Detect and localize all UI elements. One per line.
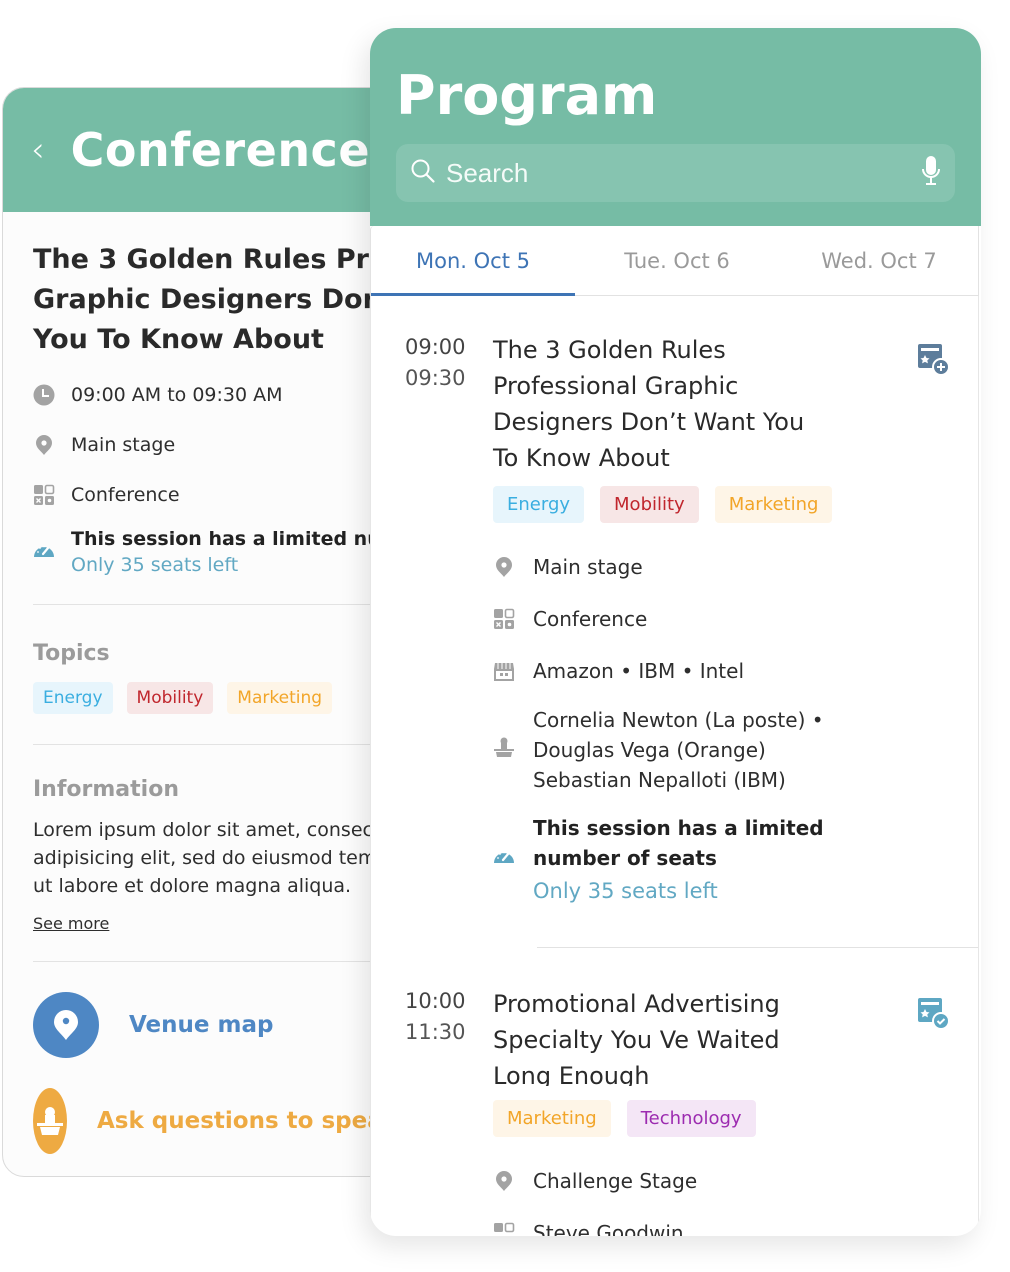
venue-map-button[interactable]: Venue map [33,992,421,1058]
venue-map-label: Venue map [129,1012,274,1038]
session-times: 10:00 11:30 [405,986,493,1236]
session-sponsors: Amazon • IBM • Intel [493,645,978,697]
limited-seats-title: This session has a limited number of sea… [533,816,824,870]
session-location: Main stage [33,420,421,470]
program-title: Program [396,64,658,127]
format-grid-icon [33,484,55,506]
session-location-text: Main stage [71,434,176,456]
session-start-time: 09:00 [405,335,466,359]
search-input[interactable] [446,157,921,189]
search-icon [410,158,436,188]
session-end-time: 09:30 [405,366,466,390]
chevron-left-icon[interactable]: ‹ [31,133,45,167]
session-sponsors-text: Amazon • IBM • Intel [533,659,745,683]
session-list: 09:00 09:30 The 3 Golden Rules Professio… [370,296,979,1236]
format-grid-icon [493,1222,515,1236]
tag-chip[interactable]: Marketing [714,486,833,523]
tab-wed-oct-7[interactable]: Wed. Oct 7 [779,226,979,295]
session-time-text: 09:00 AM to 09:30 AM [71,384,283,406]
information-text: Lorem ipsum dolor sit amet, consectetur … [33,816,421,900]
see-more-link[interactable]: See more [33,914,109,933]
tag-chip[interactable]: Energy [493,486,585,523]
session-format: Steve Goodwin [493,1207,978,1236]
session-format-text: Conference [71,484,180,506]
limited-seats-notice: This session has a limited number of sea… [33,528,421,576]
tag-chip[interactable]: Technology [626,1100,756,1137]
session-end-time: 11:30 [405,1020,466,1044]
tab-mon-oct-5[interactable]: Mon. Oct 5 [371,226,575,296]
session-location: Challenge Stage [493,1155,978,1207]
calendar-added-icon[interactable] [916,996,950,1030]
tag-chip[interactable]: Mobility [600,486,699,523]
gauge-icon [33,540,55,564]
information-line: adipisicing elit, sed do eiusmod tempor … [33,847,421,869]
tag-chip[interactable]: Marketing [493,1100,611,1137]
information-line: Lorem ipsum dolor sit amet, consectetur [33,819,420,841]
session-tags: Marketing Technology [493,1100,978,1137]
information-heading: Information [33,777,179,802]
speaker-name[interactable]: Cornelia Newton (La poste) • [533,705,824,735]
tab-tue-oct-6[interactable]: Tue. Oct 6 [575,226,779,295]
map-pin-icon [493,1170,515,1192]
map-pin-icon [33,434,55,456]
program-card: Program Mon. Oct 5 Tue. Oct 6 Wed. Oct 7… [370,28,981,1236]
search-bar[interactable] [396,144,955,202]
conference-header: ‹ Conference [3,88,421,212]
divider [33,961,421,962]
session-speakers: Cornelia Newton (La poste) • Douglas Veg… [493,705,978,795]
session-format: Conference [493,593,978,645]
session-tags: Energy Mobility Marketing [493,486,978,523]
session-format-text: Conference [533,607,648,631]
session-item[interactable]: 10:00 11:30 Promotional Advertising Spec… [371,948,978,1236]
ask-questions-button[interactable]: Ask questions to speakers [33,1088,421,1154]
limited-seats-notice: This session has a limited number of sea… [493,813,978,903]
storefront-icon [493,660,515,682]
session-location-text: Challenge Stage [533,1169,698,1193]
information-line: ut labore et dolore magna aliqua. [33,875,352,897]
conference-title: Conference [70,123,371,177]
topic-chip-energy[interactable]: Energy [33,682,113,714]
limited-seats-count: Only 35 seats left [533,879,718,903]
calendar-add-icon[interactable] [916,342,950,376]
session-format: Conference [33,470,421,520]
map-pin-icon [33,992,99,1058]
session-title: The 3 Golden Rules Professional Graphic … [493,336,805,472]
speaker-name[interactable]: Douglas Vega (Orange) [533,735,824,765]
divider [33,604,421,605]
session-title: The 3 Golden Rules Professional Graphic … [33,244,421,355]
day-tabs: Mon. Oct 5 Tue. Oct 6 Wed. Oct 7 [370,226,979,296]
gauge-icon [493,846,515,870]
conference-detail-card: ‹ Conference The 3 Golden Rules Professi… [2,87,422,1177]
microphone-icon[interactable] [921,155,941,191]
session-times: 09:00 09:30 [405,332,493,903]
clock-icon [33,384,55,406]
session-title: Promotional Advertising Specialty You Ve… [493,990,780,1086]
topic-chip-mobility[interactable]: Mobility [126,682,214,714]
speaker-podium-icon [33,1088,67,1154]
program-header: Program [370,28,981,226]
topics-list: Energy Mobility Marketing [33,682,421,714]
map-pin-icon [493,556,515,578]
speaker-podium-icon [493,736,515,764]
session-start-time: 10:00 [405,989,466,1013]
session-format-text: Steve Goodwin [533,1221,684,1236]
topics-heading: Topics [33,641,110,666]
session-time: 09:00 AM to 09:30 AM [33,370,421,420]
divider [33,744,421,745]
session-location-text: Main stage [533,555,643,579]
speaker-name[interactable]: Sebastian Nepalloti (IBM) [533,765,824,795]
session-location: Main stage [493,541,978,593]
session-item[interactable]: 09:00 09:30 The 3 Golden Rules Professio… [371,296,978,948]
format-grid-icon [493,608,515,630]
topic-chip-marketing[interactable]: Marketing [227,682,333,714]
